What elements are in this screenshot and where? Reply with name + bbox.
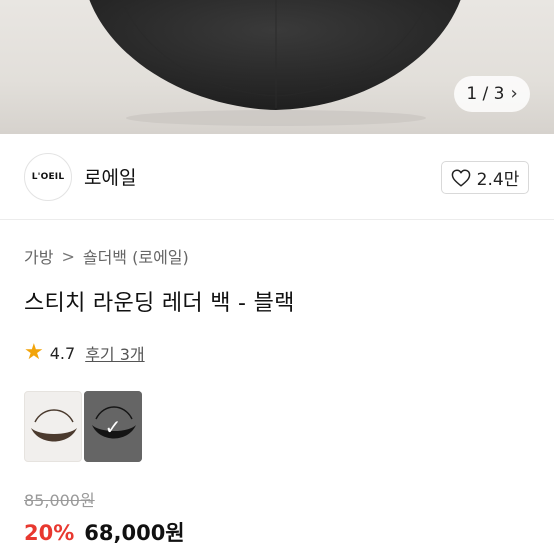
pager-text: 1 / 3 [466,84,505,104]
like-count: 2.4만 [476,170,520,190]
option-thumbnail-brown[interactable] [24,391,82,462]
rating-value: 4.7 [49,343,76,363]
brown-bag-image [31,409,77,442]
product-title: 스티치 라운딩 레더 백 - 블랙 [24,291,295,316]
breadcrumb-item-subcategory[interactable]: 숄더백 (로에일) [83,244,189,268]
reviews-link[interactable]: 후기 3개 [85,341,144,365]
brand-logo[interactable]: L'OEIL [24,153,72,201]
heart-outline-icon [451,168,470,187]
like-button[interactable]: 2.4만 [441,161,529,194]
price-row: 20% 68,000원 [24,517,185,547]
brand-row: L'OEIL 로에일 2.4만 [0,134,554,220]
star-icon: ★ [24,340,44,365]
product-image-gallery[interactable]: 1 / 3 › [0,0,554,134]
brand-name[interactable]: 로에일 [84,163,136,190]
image-pager[interactable]: 1 / 3 › [454,76,530,112]
option-thumbnail-black[interactable]: ✓ [84,391,142,462]
breadcrumb-item-category[interactable]: 가방 [24,244,53,268]
rating-row: ★ 4.7 후기 3개 [24,341,145,365]
discount-rate: 20% [24,521,75,545]
check-icon: ✓ [84,391,142,462]
brand-logo-text: L'OEIL [31,172,65,182]
product-image [89,0,461,126]
breadcrumb-separator: > [61,246,75,266]
original-price: 85,000원 [24,491,95,510]
chevron-right-icon: › [510,83,518,104]
sale-price: 68,000원 [84,521,185,545]
breadcrumb: 가방 > 숄더백 (로에일) [24,244,189,268]
